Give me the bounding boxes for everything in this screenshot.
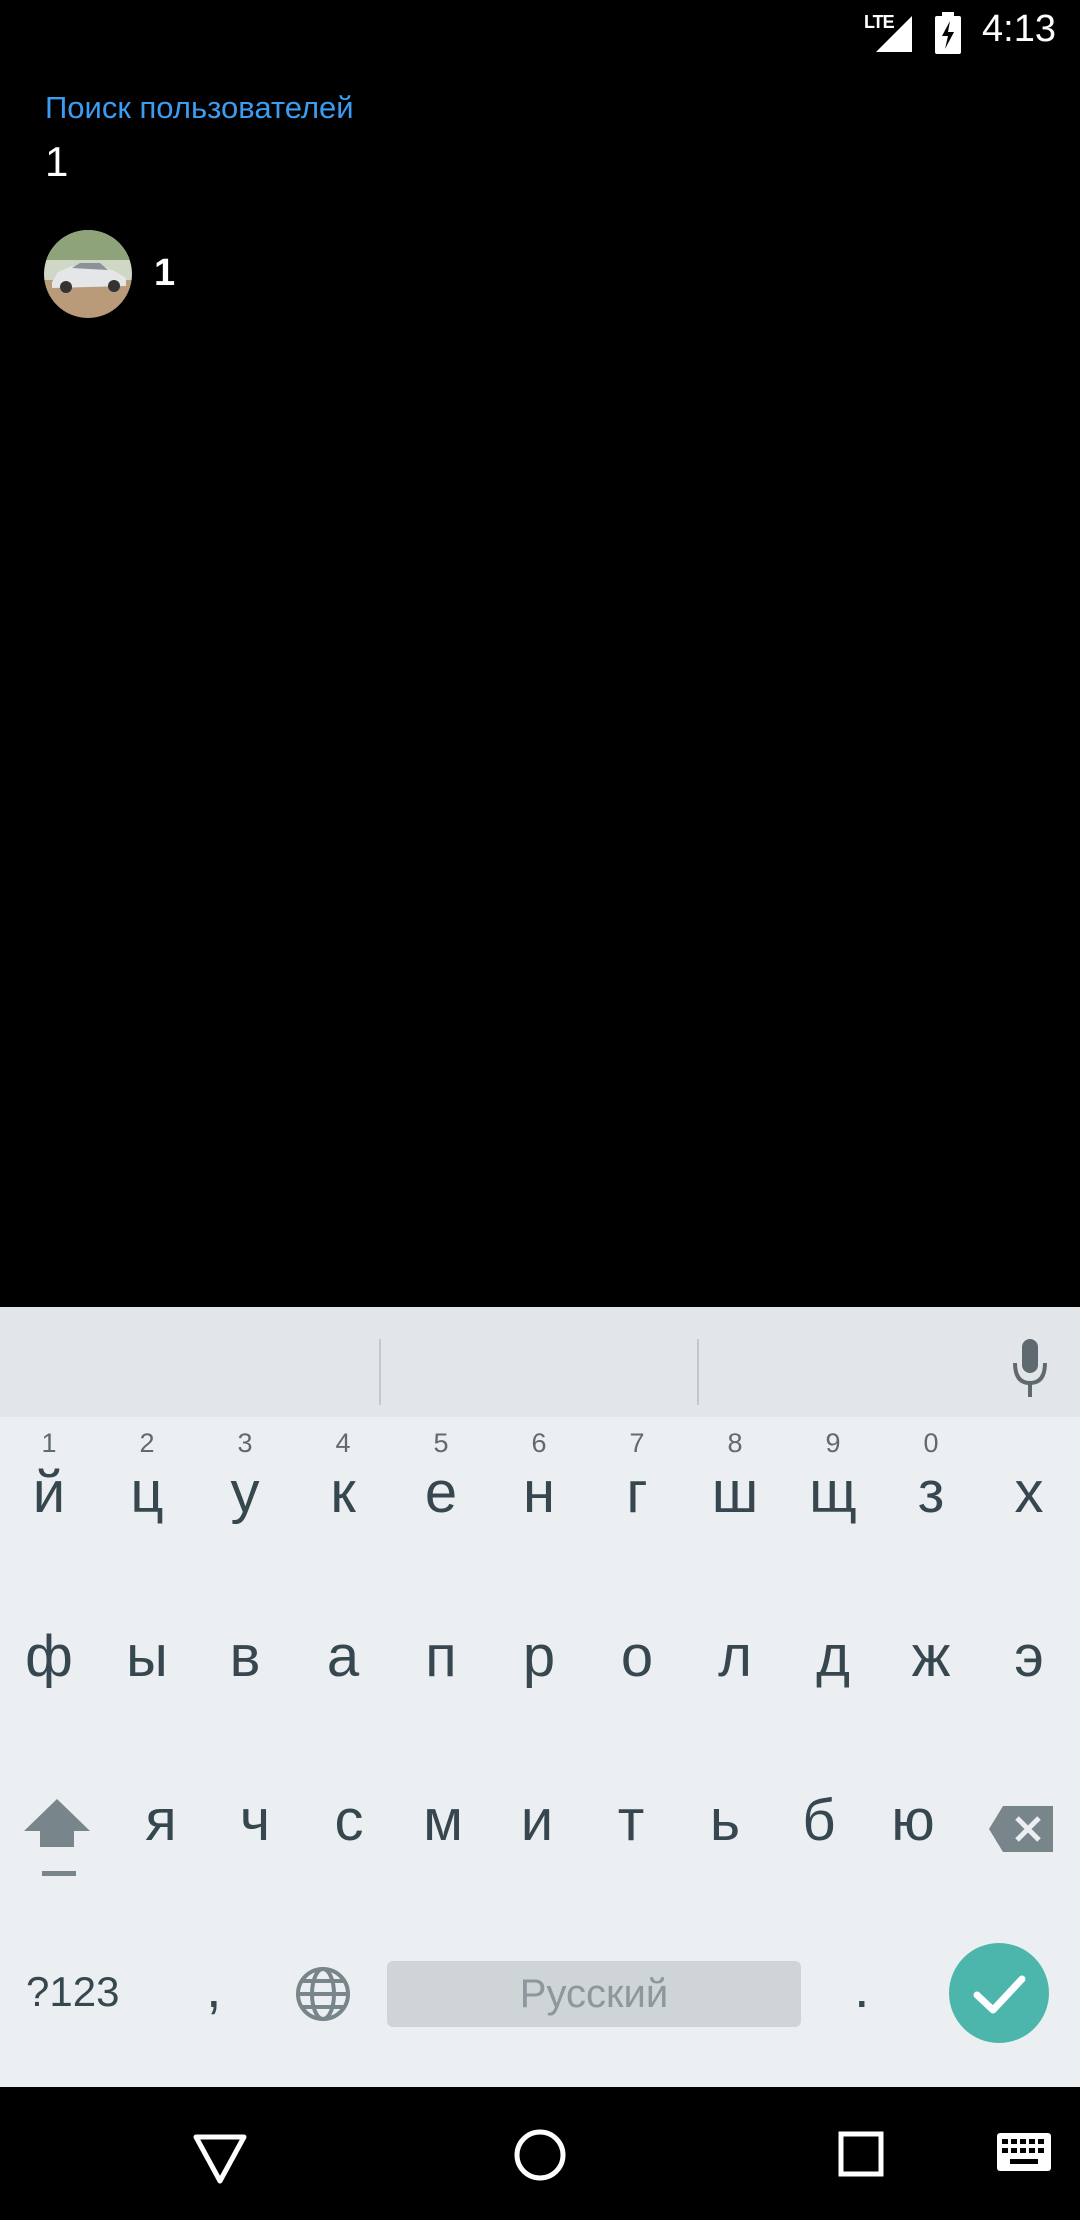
key-и[interactable]: и — [490, 1746, 584, 1886]
key-н[interactable]: 6н — [490, 1418, 588, 1558]
navigation-bar — [0, 2087, 1080, 2220]
backspace-icon[interactable] — [987, 1804, 1055, 1854]
back-icon[interactable] — [190, 2127, 250, 2187]
suggestion-divider — [379, 1339, 381, 1405]
keyboard-row-2: ф ы в а п р о л д ж э — [0, 1582, 1080, 1722]
space-bar[interactable]: Русский — [387, 1961, 801, 2027]
key-ь[interactable]: ь — [678, 1746, 772, 1886]
key-ф[interactable]: ф — [0, 1582, 98, 1722]
shift-icon[interactable] — [22, 1795, 92, 1885]
status-bar: LTE 4:13 — [0, 0, 1080, 66]
key-е[interactable]: 5е — [392, 1418, 490, 1558]
keyboard-row-3: я ч с м и т ь б ю — [0, 1746, 1080, 1886]
key-э[interactable]: э — [980, 1582, 1078, 1722]
key-ш[interactable]: 8ш — [686, 1418, 784, 1558]
search-label: Поиск пользователей — [45, 90, 354, 125]
key-х[interactable]: х — [980, 1418, 1078, 1558]
key-к[interactable]: 4к — [294, 1418, 392, 1558]
clock: 4:13 — [982, 8, 1056, 50]
key-ц[interactable]: 2ц — [98, 1418, 196, 1558]
user-list-item[interactable]: 1 — [0, 225, 1080, 325]
key-й[interactable]: 1й — [0, 1418, 98, 1558]
key-б[interactable]: б — [772, 1746, 866, 1886]
search-input[interactable]: 1 — [45, 138, 68, 186]
symbols-key[interactable]: ?123 — [26, 1968, 119, 2016]
key-в[interactable]: в — [196, 1582, 294, 1722]
enter-button[interactable] — [949, 1943, 1049, 2043]
key-л[interactable]: л — [686, 1582, 784, 1722]
battery-charging-icon — [935, 12, 961, 54]
key-с[interactable]: с — [302, 1746, 396, 1886]
key-п[interactable]: п — [392, 1582, 490, 1722]
key-ы[interactable]: ы — [98, 1582, 196, 1722]
key-з[interactable]: 0з — [882, 1418, 980, 1558]
recent-apps-icon[interactable] — [838, 2131, 884, 2177]
comma-key[interactable]: , — [206, 1955, 222, 2020]
key-ю[interactable]: ю — [866, 1746, 960, 1886]
keyboard-switch-icon[interactable] — [996, 2132, 1052, 2172]
microphone-icon[interactable] — [1010, 1337, 1050, 1401]
suggestion-divider — [697, 1339, 699, 1405]
key-у[interactable]: 3у — [196, 1418, 294, 1558]
period-key[interactable]: . — [854, 1955, 870, 2020]
key-а[interactable]: а — [294, 1582, 392, 1722]
key-о[interactable]: о — [588, 1582, 686, 1722]
key-ч[interactable]: ч — [208, 1746, 302, 1886]
key-я[interactable]: я — [114, 1746, 208, 1886]
key-щ[interactable]: 9щ — [784, 1418, 882, 1558]
user-name: 1 — [154, 252, 176, 294]
globe-icon[interactable] — [294, 1965, 352, 2023]
key-м[interactable]: м — [396, 1746, 490, 1886]
home-icon[interactable] — [512, 2127, 568, 2183]
key-ж[interactable]: ж — [882, 1582, 980, 1722]
suggestion-strip — [0, 1307, 1080, 1417]
key-р[interactable]: р — [490, 1582, 588, 1722]
key-г[interactable]: 7г — [588, 1418, 686, 1558]
user-avatar — [44, 230, 132, 318]
key-д[interactable]: д — [784, 1582, 882, 1722]
keyboard-row-1: 1й 2ц 3у 4к 5е 6н 7г 8ш 9щ 0з х — [0, 1418, 1080, 1558]
check-icon — [973, 1975, 1026, 2014]
key-т[interactable]: т — [584, 1746, 678, 1886]
signal-icon — [876, 16, 912, 52]
